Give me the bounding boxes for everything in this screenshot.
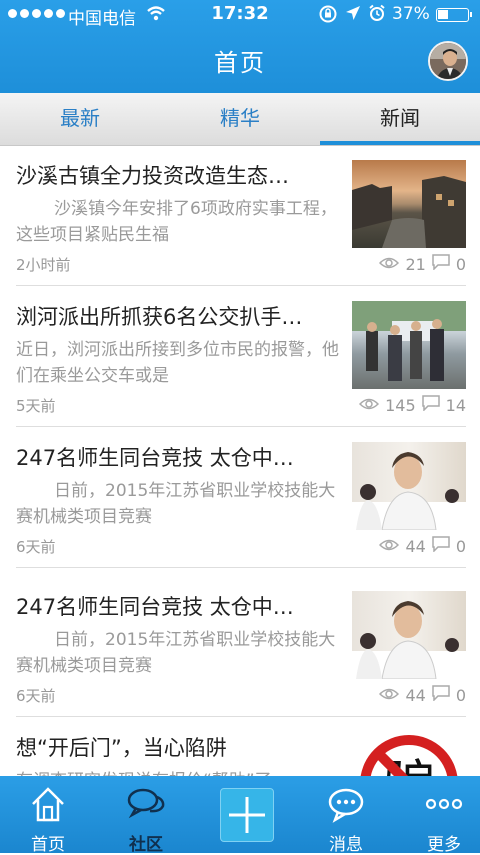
- user-avatar[interactable]: [428, 41, 468, 81]
- plus-icon: [221, 797, 273, 845]
- news-thumbnail: [352, 591, 466, 679]
- comment-count: 14: [445, 395, 466, 415]
- alarm-clock-icon: [368, 4, 386, 26]
- news-item[interactable]: 沙溪古镇全力投资改造生态… 沙溪镇今年安排了6项政府实事工程，这些项目紧贴民生福…: [0, 146, 480, 286]
- comment-icon: [432, 685, 450, 705]
- news-thumbnail: [352, 301, 466, 389]
- news-stats: 21 0: [379, 254, 466, 274]
- news-thumbnail: [352, 442, 466, 530]
- news-title: 沙溪古镇全力投资改造生态…: [16, 164, 289, 188]
- home-icon: [28, 784, 68, 824]
- news-title: 想“开后门”，当心陷阱: [16, 736, 227, 760]
- news-title: 247名师生同台竞技 太仓中…: [16, 446, 294, 470]
- battery-percent: 37%: [392, 4, 430, 24]
- nav-community-label: 社区: [129, 835, 163, 855]
- news-time: 6天前: [16, 538, 56, 556]
- news-thumbnail: [352, 160, 466, 248]
- comment-icon: [421, 395, 440, 415]
- news-title: 247名师生同台竞技 太仓中…: [16, 595, 294, 619]
- eye-icon: [379, 537, 400, 556]
- comment-count: 0: [455, 254, 466, 274]
- nav-community[interactable]: 社区: [98, 776, 194, 855]
- nav-messages[interactable]: 消息: [298, 776, 394, 855]
- view-count: 44: [405, 536, 426, 556]
- comment-count: 0: [455, 685, 466, 705]
- chat-bubbles-icon: [126, 784, 166, 824]
- news-summary: 日前，2015年江苏省职业学校技能大赛机械类项目竞赛: [16, 481, 336, 527]
- news-summary: 近日，浏河派出所接到多位市民的报警，他们在乘坐公交车或是: [16, 340, 339, 386]
- news-list: 沙溪古镇全力投资改造生态… 沙溪镇今年安排了6项政府实事工程，这些项目紧贴民生福…: [0, 146, 480, 776]
- news-stats: 145 14: [359, 395, 466, 415]
- view-count: 44: [405, 685, 426, 705]
- view-count: 21: [405, 254, 426, 274]
- news-title: 浏河派出所抓获6名公交扒手…: [16, 305, 303, 329]
- tab-news[interactable]: 新闻: [320, 93, 480, 145]
- news-summary: 沙溪镇今年安排了6项政府实事工程，这些项目紧贴民生福: [16, 199, 337, 245]
- news-time: 2小时前: [16, 256, 71, 274]
- rotation-lock-icon: [318, 4, 338, 29]
- eye-icon: [359, 396, 380, 415]
- comment-icon: [432, 536, 450, 556]
- battery-icon: [436, 8, 472, 22]
- news-summary: 日前，2015年江苏省职业学校技能大赛机械类项目竞赛: [16, 630, 336, 676]
- news-stats: 44 0: [379, 685, 466, 705]
- news-item[interactable]: 247名师生同台竞技 太仓中… 日前，2015年江苏省职业学校技能大赛机械类项目…: [0, 428, 480, 568]
- nav-home-label: 首页: [31, 835, 65, 855]
- news-time: 6天前: [16, 687, 56, 705]
- comment-count: 0: [455, 536, 466, 556]
- news-thumbnail: 骗: [352, 732, 466, 776]
- nav-home[interactable]: 首页: [0, 776, 96, 855]
- comment-icon: [432, 254, 450, 274]
- nav-more-label: 更多: [427, 835, 461, 855]
- eye-icon: [379, 255, 400, 274]
- status-bar: 中国电信 17:32 37%: [0, 0, 480, 30]
- category-tabs: 最新 精华 新闻: [0, 93, 480, 146]
- location-arrow-icon: [345, 4, 361, 26]
- news-stats: 44 0: [379, 536, 466, 556]
- more-icon: [424, 784, 464, 824]
- nav-messages-label: 消息: [329, 835, 363, 855]
- page-title: 首页: [214, 49, 266, 77]
- eye-icon: [379, 686, 400, 705]
- tab-latest[interactable]: 最新: [0, 93, 160, 145]
- nav-more[interactable]: 更多: [396, 776, 480, 855]
- top-bar: 中国电信 17:32 37% 首页: [0, 0, 480, 93]
- news-time: 5天前: [16, 397, 56, 415]
- message-icon: [326, 784, 366, 824]
- news-item[interactable]: 247名师生同台竞技 太仓中… 日前，2015年江苏省职业学校技能大赛机械类项目…: [0, 577, 480, 717]
- bottom-tab-bar: 首页 社区 消息 更多: [0, 776, 480, 855]
- news-summary: 有调查研究发现说有报价“帮助”了…: [16, 768, 344, 776]
- news-item[interactable]: 浏河派出所抓获6名公交扒手… 近日，浏河派出所接到多位市民的报警，他们在乘坐公交…: [0, 287, 480, 427]
- tab-featured[interactable]: 精华: [160, 93, 320, 145]
- post-button[interactable]: [220, 788, 274, 842]
- view-count: 145: [385, 395, 416, 415]
- news-item[interactable]: 想“开后门”，当心陷阱 有调查研究发现说有报价“帮助”了… 骗: [0, 718, 480, 776]
